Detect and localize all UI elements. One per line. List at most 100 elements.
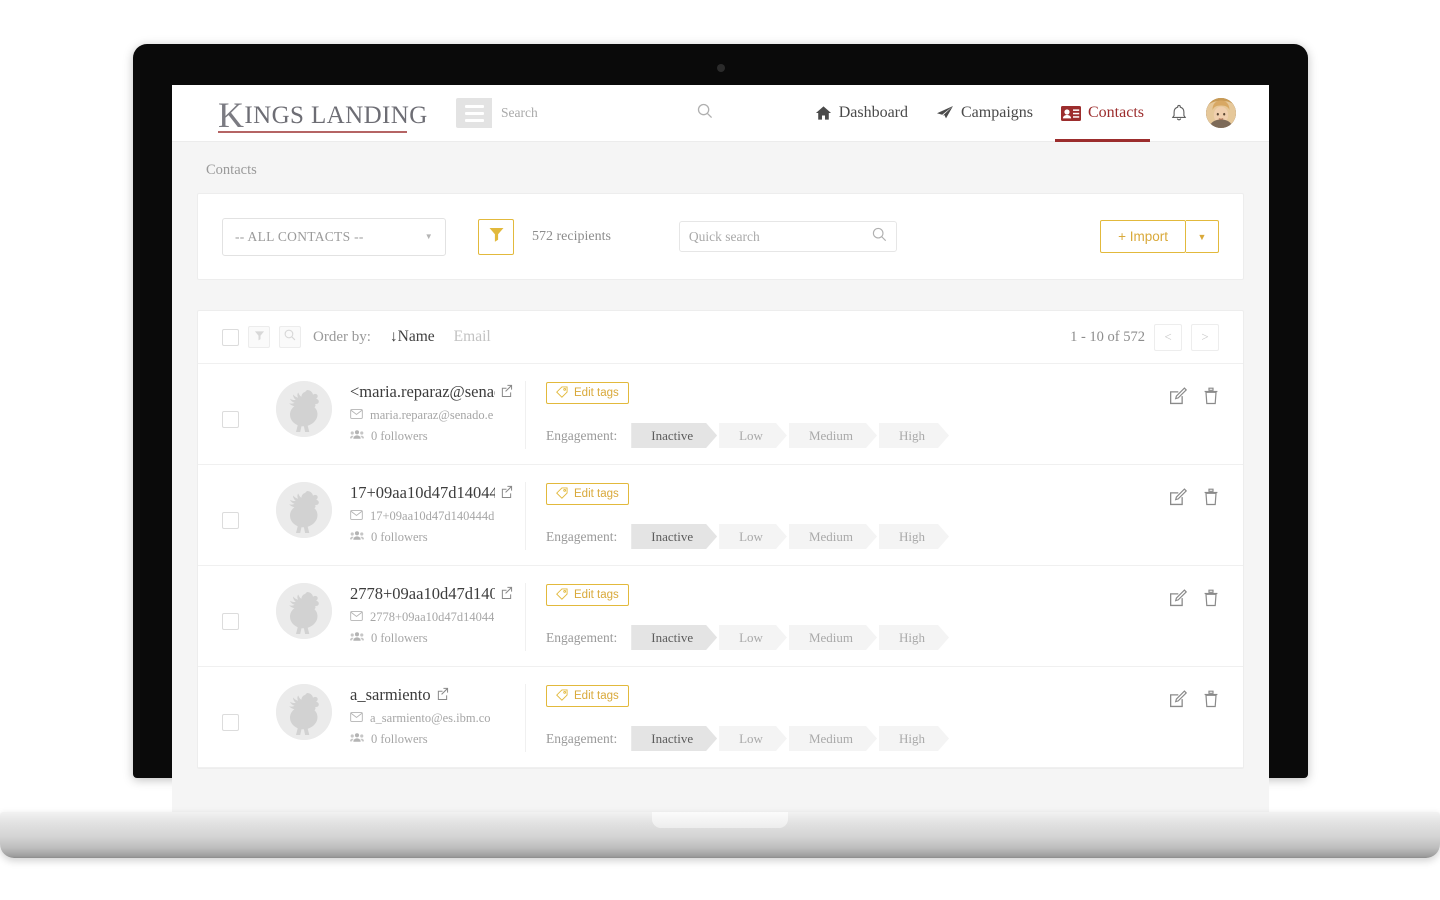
pagination-prev-button[interactable]: < bbox=[1154, 323, 1182, 351]
contact-name[interactable]: a_sarmiento bbox=[350, 684, 513, 705]
external-link-icon[interactable] bbox=[500, 482, 513, 503]
header-search-button[interactable] bbox=[279, 326, 301, 348]
import-dropdown-button[interactable]: ▼ bbox=[1186, 220, 1219, 253]
screen: KINGS LANDING Search Dashboard Campaigns… bbox=[172, 85, 1269, 820]
table-row[interactable]: 17+09aa10d47d140444 17+09aa10d47d140444d 0… bbox=[198, 465, 1243, 566]
hamburger-icon[interactable] bbox=[456, 98, 492, 128]
contact-card-icon bbox=[1061, 105, 1081, 121]
people-icon bbox=[350, 631, 364, 646]
trash-icon[interactable] bbox=[1203, 690, 1219, 708]
external-link-icon[interactable] bbox=[436, 684, 449, 705]
trash-icon[interactable] bbox=[1203, 387, 1219, 405]
import-button-group: + Import ▼ bbox=[1100, 220, 1219, 253]
contact-info: 17+09aa10d47d140444 17+09aa10d47d140444d 0… bbox=[350, 482, 526, 550]
edit-tags-button[interactable]: Edit tags bbox=[546, 685, 629, 707]
external-link-icon[interactable] bbox=[500, 583, 513, 604]
engagement-step-low[interactable]: Low bbox=[719, 625, 787, 650]
pagination-count: 1 - 10 of 572 bbox=[1070, 328, 1145, 345]
engagement-steps: Inactive Low Medium High bbox=[631, 524, 951, 549]
engagement-step-medium[interactable]: Medium bbox=[789, 625, 877, 650]
engagement-step-low[interactable]: Low bbox=[719, 524, 787, 549]
engagement-step-inactive[interactable]: Inactive bbox=[631, 423, 717, 448]
edit-tags-button[interactable]: Edit tags bbox=[546, 483, 629, 505]
contact-email-text: 17+09aa10d47d140444d bbox=[370, 509, 495, 524]
engagement-control: Engagement: Inactive Low Medium High bbox=[546, 726, 1159, 751]
recipients-count: 572 recipients bbox=[532, 228, 611, 244]
avatar[interactable] bbox=[1206, 98, 1236, 128]
contact-email: maria.reparaz@senado.e bbox=[350, 408, 513, 423]
contact-name[interactable]: <maria.reparaz@senado bbox=[350, 381, 513, 402]
engagement-label: Engagement: bbox=[546, 528, 618, 544]
select-all-checkbox[interactable] bbox=[222, 328, 239, 346]
engagement-step-high[interactable]: High bbox=[879, 726, 949, 751]
row-checkbox[interactable] bbox=[222, 613, 239, 630]
home-icon bbox=[815, 105, 832, 121]
contact-avatar bbox=[276, 583, 332, 639]
search-icon[interactable] bbox=[872, 227, 887, 247]
quick-search-input[interactable] bbox=[688, 228, 872, 245]
row-checkbox[interactable] bbox=[222, 512, 239, 529]
filter-toolbar: -- ALL CONTACTS -- ▼ 572 recipients Quic… bbox=[197, 193, 1244, 280]
quick-search-box[interactable] bbox=[678, 221, 897, 252]
table-row[interactable]: a_sarmiento a_sarmiento@es.ibm.co 0 follow… bbox=[198, 667, 1243, 768]
edit-pencil-icon[interactable] bbox=[1169, 589, 1187, 607]
trash-icon[interactable] bbox=[1203, 488, 1219, 506]
engagement-step-inactive[interactable]: Inactive bbox=[631, 625, 717, 650]
engagement-step-medium[interactable]: Medium bbox=[789, 524, 877, 549]
breadcrumb: Contacts bbox=[206, 162, 257, 178]
contact-avatar bbox=[276, 482, 332, 538]
order-by-email[interactable]: Email bbox=[454, 328, 491, 346]
engagement-step-medium[interactable]: Medium bbox=[789, 726, 877, 751]
import-button[interactable]: + Import bbox=[1100, 220, 1186, 253]
nav-item-dashboard[interactable]: Dashboard bbox=[801, 85, 922, 142]
global-search-box[interactable] bbox=[492, 98, 722, 128]
bell-icon[interactable] bbox=[1158, 104, 1200, 122]
contact-followers-text: 0 followers bbox=[371, 530, 428, 545]
contact-name-text: <maria.reparaz@senado bbox=[350, 382, 495, 401]
contact-name[interactable]: 17+09aa10d47d140444 bbox=[350, 482, 513, 503]
contact-followers: 0 followers bbox=[350, 429, 513, 444]
edit-tags-button[interactable]: Edit tags bbox=[546, 584, 629, 606]
table-row[interactable]: 2778+09aa10d47d140. 2778+09aa10d47d14044 0… bbox=[198, 566, 1243, 667]
header-filter-button[interactable] bbox=[248, 326, 270, 348]
order-by-name[interactable]: ↓Name bbox=[390, 328, 435, 346]
engagement-step-inactive[interactable]: Inactive bbox=[631, 524, 717, 549]
table-row[interactable]: <maria.reparaz@senado maria.reparaz@senad… bbox=[198, 364, 1243, 465]
nav-item-contacts[interactable]: Contacts bbox=[1047, 85, 1158, 142]
row-checkbox[interactable] bbox=[222, 411, 239, 428]
search-icon[interactable] bbox=[697, 103, 713, 124]
edit-pencil-icon[interactable] bbox=[1169, 488, 1187, 506]
contact-list-select[interactable]: -- ALL CONTACTS -- ▼ bbox=[222, 217, 446, 256]
edit-pencil-icon[interactable] bbox=[1169, 387, 1187, 405]
trash-icon[interactable] bbox=[1203, 589, 1219, 607]
nav-item-campaigns[interactable]: Campaigns bbox=[922, 85, 1047, 142]
engagement-step-medium[interactable]: Medium bbox=[789, 423, 877, 448]
row-checkbox-cell bbox=[222, 684, 239, 731]
engagement-step-high[interactable]: High bbox=[879, 625, 949, 650]
filter-funnel-button[interactable] bbox=[478, 218, 514, 255]
brand-logo-rest: INGS LANDING bbox=[244, 102, 428, 130]
edit-tags-button[interactable]: Edit tags bbox=[546, 382, 629, 404]
engagement-step-high[interactable]: High bbox=[879, 524, 949, 549]
people-icon bbox=[350, 530, 364, 545]
contact-name[interactable]: 2778+09aa10d47d140. bbox=[350, 583, 513, 604]
external-link-icon[interactable] bbox=[500, 381, 513, 402]
row-tags-engagement: Edit tags Engagement: Inactive Low Medium Hig… bbox=[546, 684, 1159, 751]
brand-logo[interactable]: KINGS LANDING bbox=[218, 93, 427, 133]
pagination-next-button[interactable]: > bbox=[1191, 323, 1219, 351]
engagement-step-high[interactable]: High bbox=[879, 423, 949, 448]
edit-pencil-icon[interactable] bbox=[1169, 690, 1187, 708]
engagement-control: Engagement: Inactive Low Medium High bbox=[546, 423, 1159, 448]
contact-info: a_sarmiento a_sarmiento@es.ibm.co 0 follow… bbox=[350, 684, 526, 752]
tag-icon bbox=[556, 486, 568, 502]
top-navigation-bar: KINGS LANDING Search Dashboard Campaigns… bbox=[172, 85, 1269, 142]
contact-email-text: a_sarmiento@es.ibm.co bbox=[370, 711, 491, 726]
search-input[interactable] bbox=[501, 105, 697, 121]
engagement-step-low[interactable]: Low bbox=[719, 423, 787, 448]
engagement-step-low[interactable]: Low bbox=[719, 726, 787, 751]
engagement-step-inactive[interactable]: Inactive bbox=[631, 726, 717, 751]
contact-name-text: 17+09aa10d47d140444 bbox=[350, 483, 495, 502]
people-icon bbox=[350, 429, 364, 444]
row-checkbox-cell bbox=[222, 381, 239, 428]
row-checkbox[interactable] bbox=[222, 714, 239, 731]
